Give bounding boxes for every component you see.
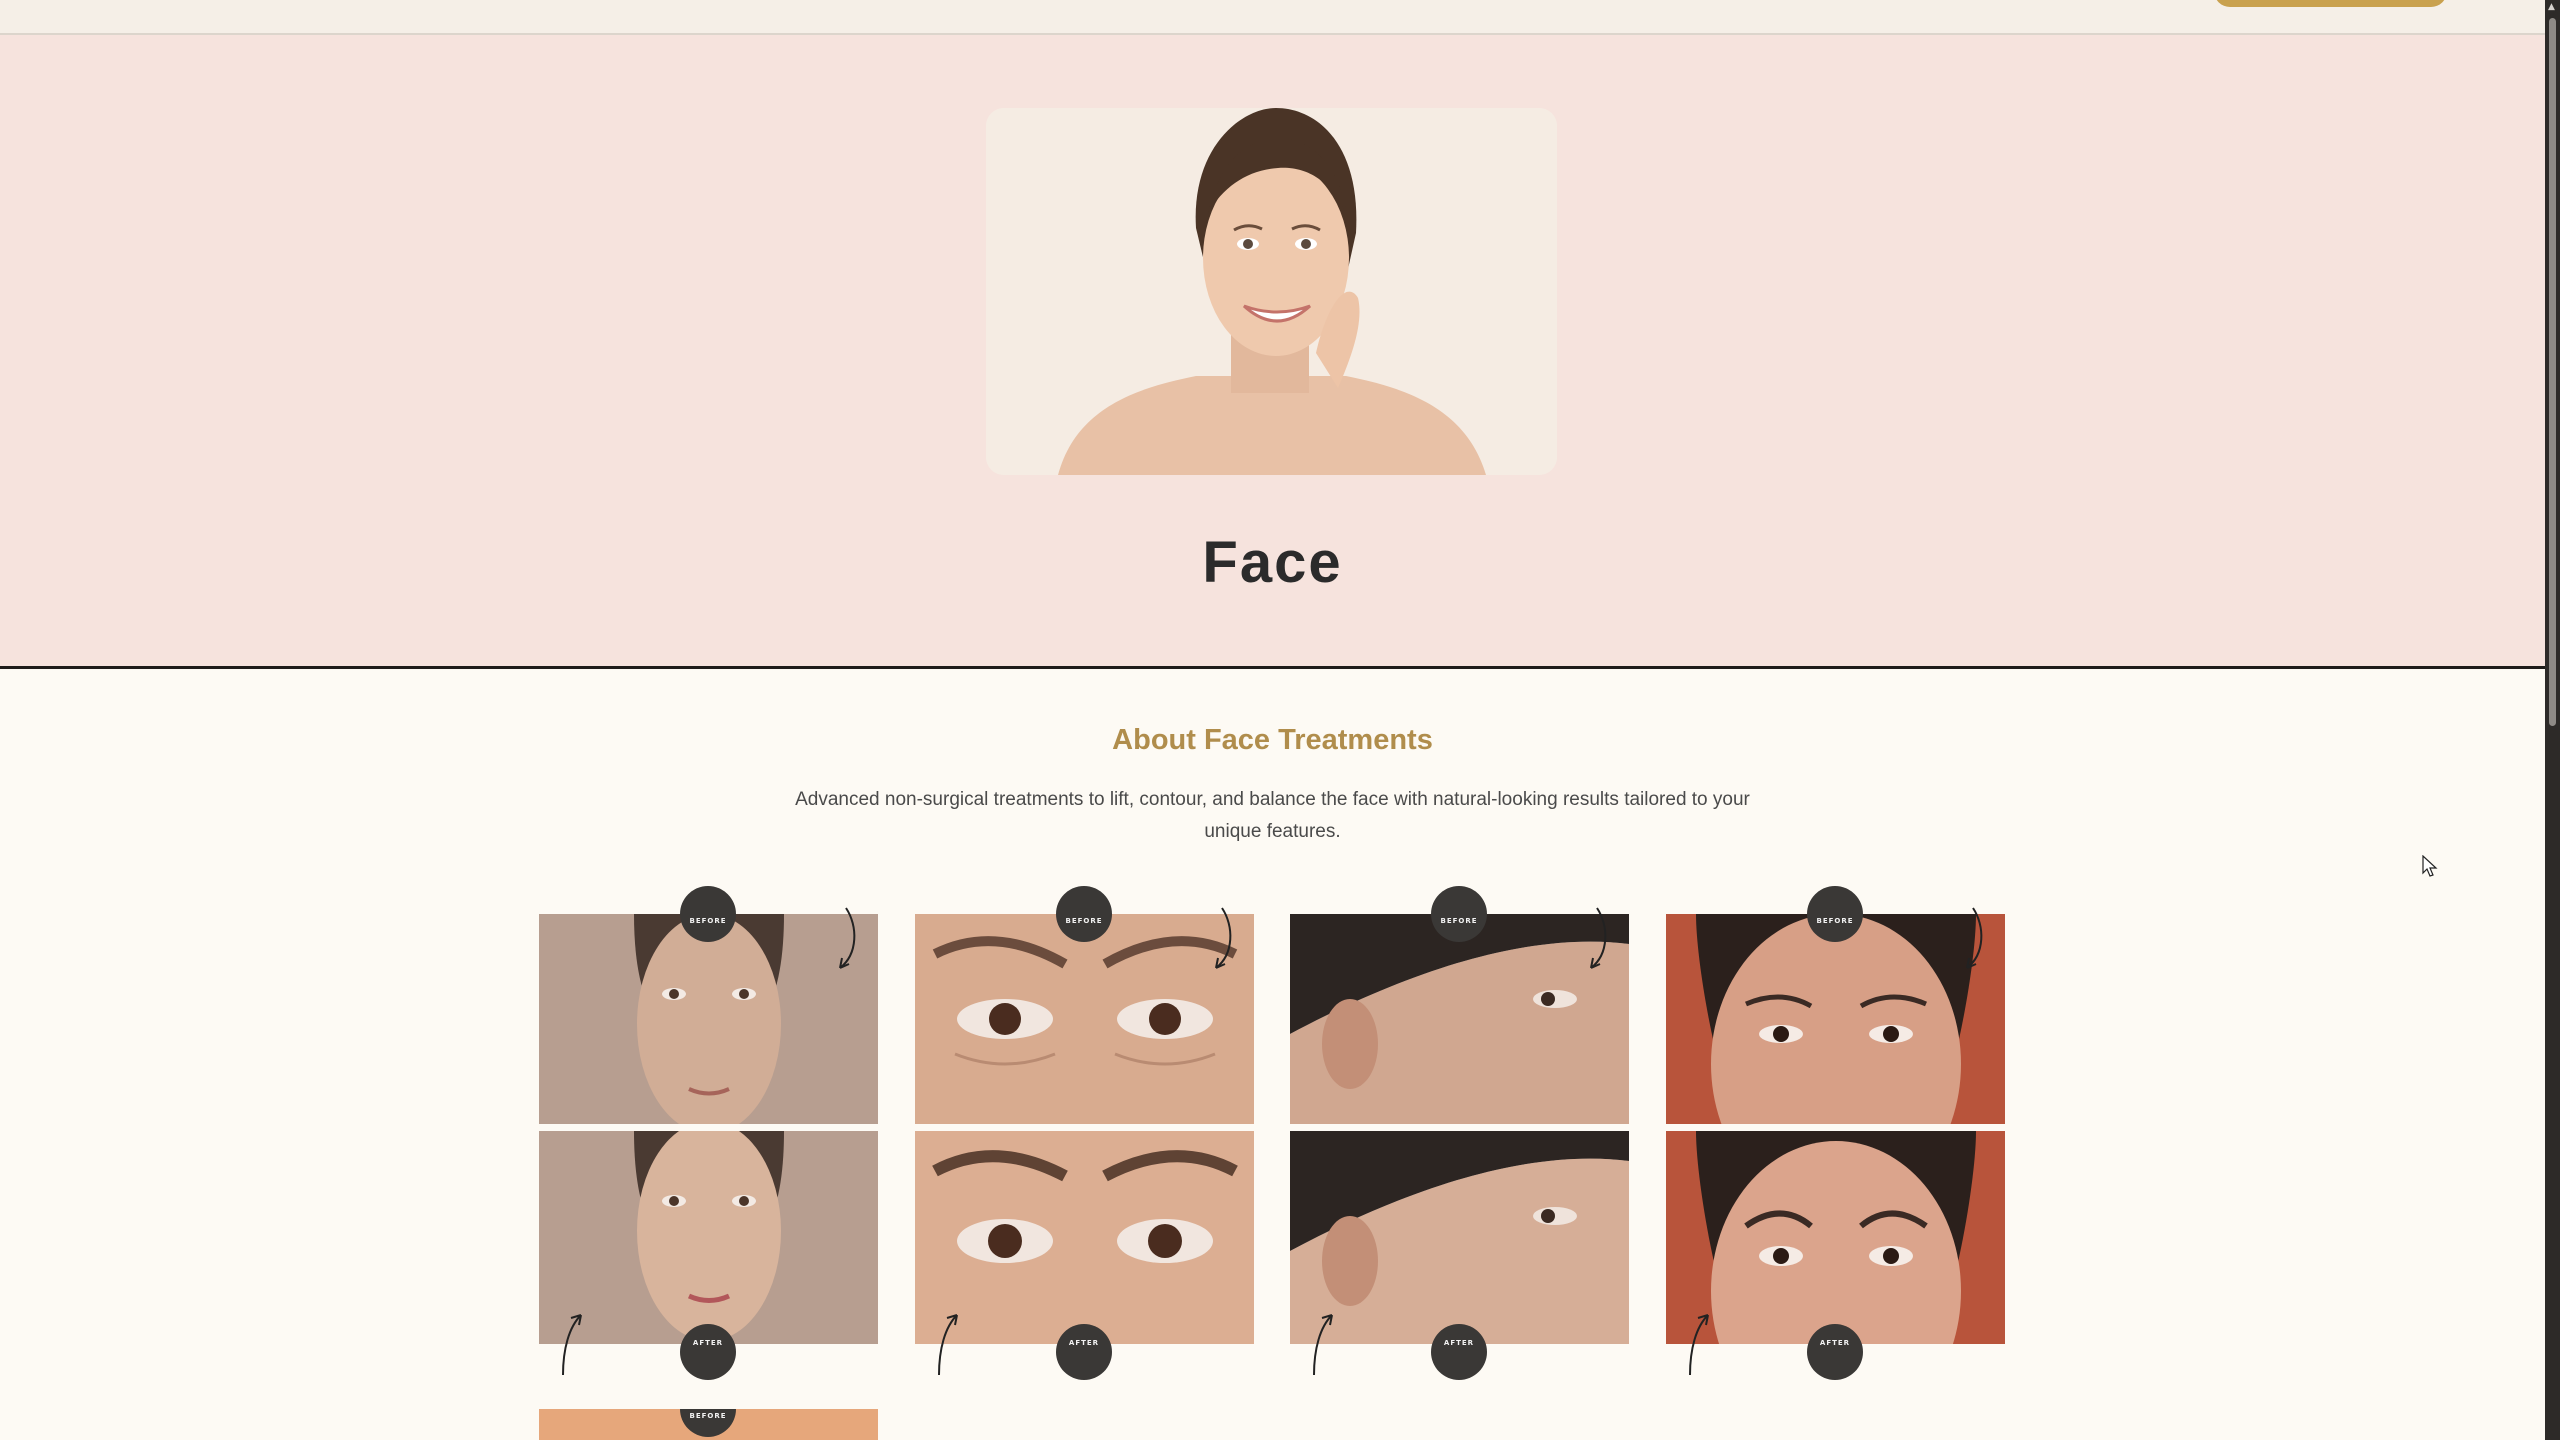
curved-arrow-icon [1966, 907, 1983, 969]
before-badge: BEFORE [680, 886, 736, 942]
scrollbar-thumb[interactable] [2549, 18, 2556, 726]
hero-section: Face [0, 35, 2545, 669]
before-image [915, 914, 1254, 1124]
header-cta-button[interactable] [2214, 0, 2447, 7]
before-image [1666, 914, 2005, 1124]
before-badge: BEFORE [1807, 886, 1863, 942]
before-after-card-temple-profile[interactable]: BEFORE AFTER [1290, 886, 1629, 1380]
page-scrollbar[interactable]: ▲ [2545, 0, 2560, 1440]
about-description: Advanced non-surgical treatments to lift… [795, 789, 1750, 842]
scroll-up-icon[interactable]: ▲ [2548, 2, 2555, 12]
curved-arrow-icon [839, 907, 856, 969]
curved-arrow-icon [938, 1314, 958, 1376]
woman-portrait-illustration [986, 108, 1557, 475]
page-title: Face [1202, 530, 1343, 595]
curved-arrow-icon [562, 1314, 582, 1376]
curved-arrow-icon [1313, 1314, 1333, 1376]
after-badge: AFTER [1807, 1324, 1863, 1380]
after-image [539, 1131, 878, 1344]
mouse-cursor-icon [2422, 855, 2438, 877]
after-image [1666, 1131, 2005, 1344]
after-image [915, 1131, 1254, 1344]
before-after-card-partial[interactable]: BEFORE [539, 1409, 878, 1440]
about-heading: About Face Treatments [1112, 724, 1433, 756]
before-after-card-eye-area[interactable]: BEFORE AFTER [915, 886, 1254, 1380]
hero-portrait-image [986, 108, 1557, 475]
after-badge: AFTER [680, 1324, 736, 1380]
curved-arrow-icon [1689, 1314, 1709, 1376]
after-badge: AFTER [1056, 1324, 1112, 1380]
curved-arrow-icon [1590, 907, 1607, 969]
before-after-card-full-face[interactable]: BEFORE AFTER [539, 886, 878, 1380]
after-image [1290, 1131, 1629, 1344]
curved-arrow-icon [1215, 907, 1232, 969]
before-badge: BEFORE [1056, 886, 1112, 942]
after-badge: AFTER [1431, 1324, 1487, 1380]
before-after-card-brow-area[interactable]: BEFORE AFTER [1666, 886, 2005, 1380]
before-image [539, 914, 878, 1124]
before-badge: BEFORE [1431, 886, 1487, 942]
top-navigation-bar [0, 0, 2545, 35]
before-image [1290, 914, 1629, 1124]
